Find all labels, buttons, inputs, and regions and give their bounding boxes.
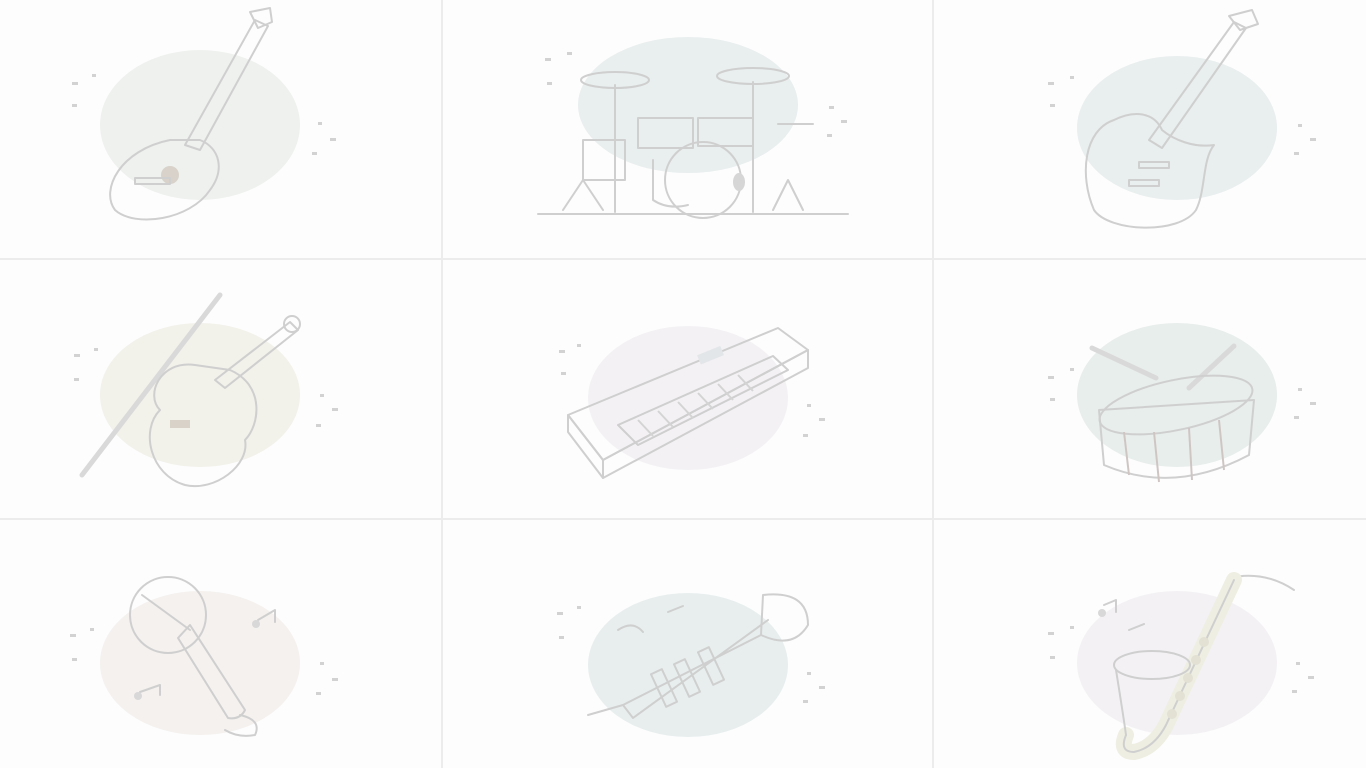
tile-microphone[interactable] [0,520,441,768]
drum-kit-icon [537,37,849,219]
instrument-grid [0,0,1366,768]
acoustic-guitar-icon [72,7,336,221]
electric-guitar-icon [1048,9,1316,229]
tile-snare-drum[interactable] [934,260,1366,518]
tile-saxophone[interactable] [934,520,1366,768]
tile-trumpet[interactable] [443,520,932,768]
tile-keyboard[interactable] [443,260,932,518]
tile-acoustic-guitar[interactable] [0,0,441,258]
violin-icon [74,292,338,488]
tile-electric-guitar[interactable] [934,0,1366,258]
snare-drum-icon [1048,323,1316,483]
tile-violin[interactable] [0,260,441,518]
keyboard-icon [559,326,825,479]
tile-drum-kit[interactable] [443,0,932,258]
saxophone-icon [1048,572,1314,761]
microphone-icon [70,576,338,737]
trumpet-icon [557,593,825,737]
